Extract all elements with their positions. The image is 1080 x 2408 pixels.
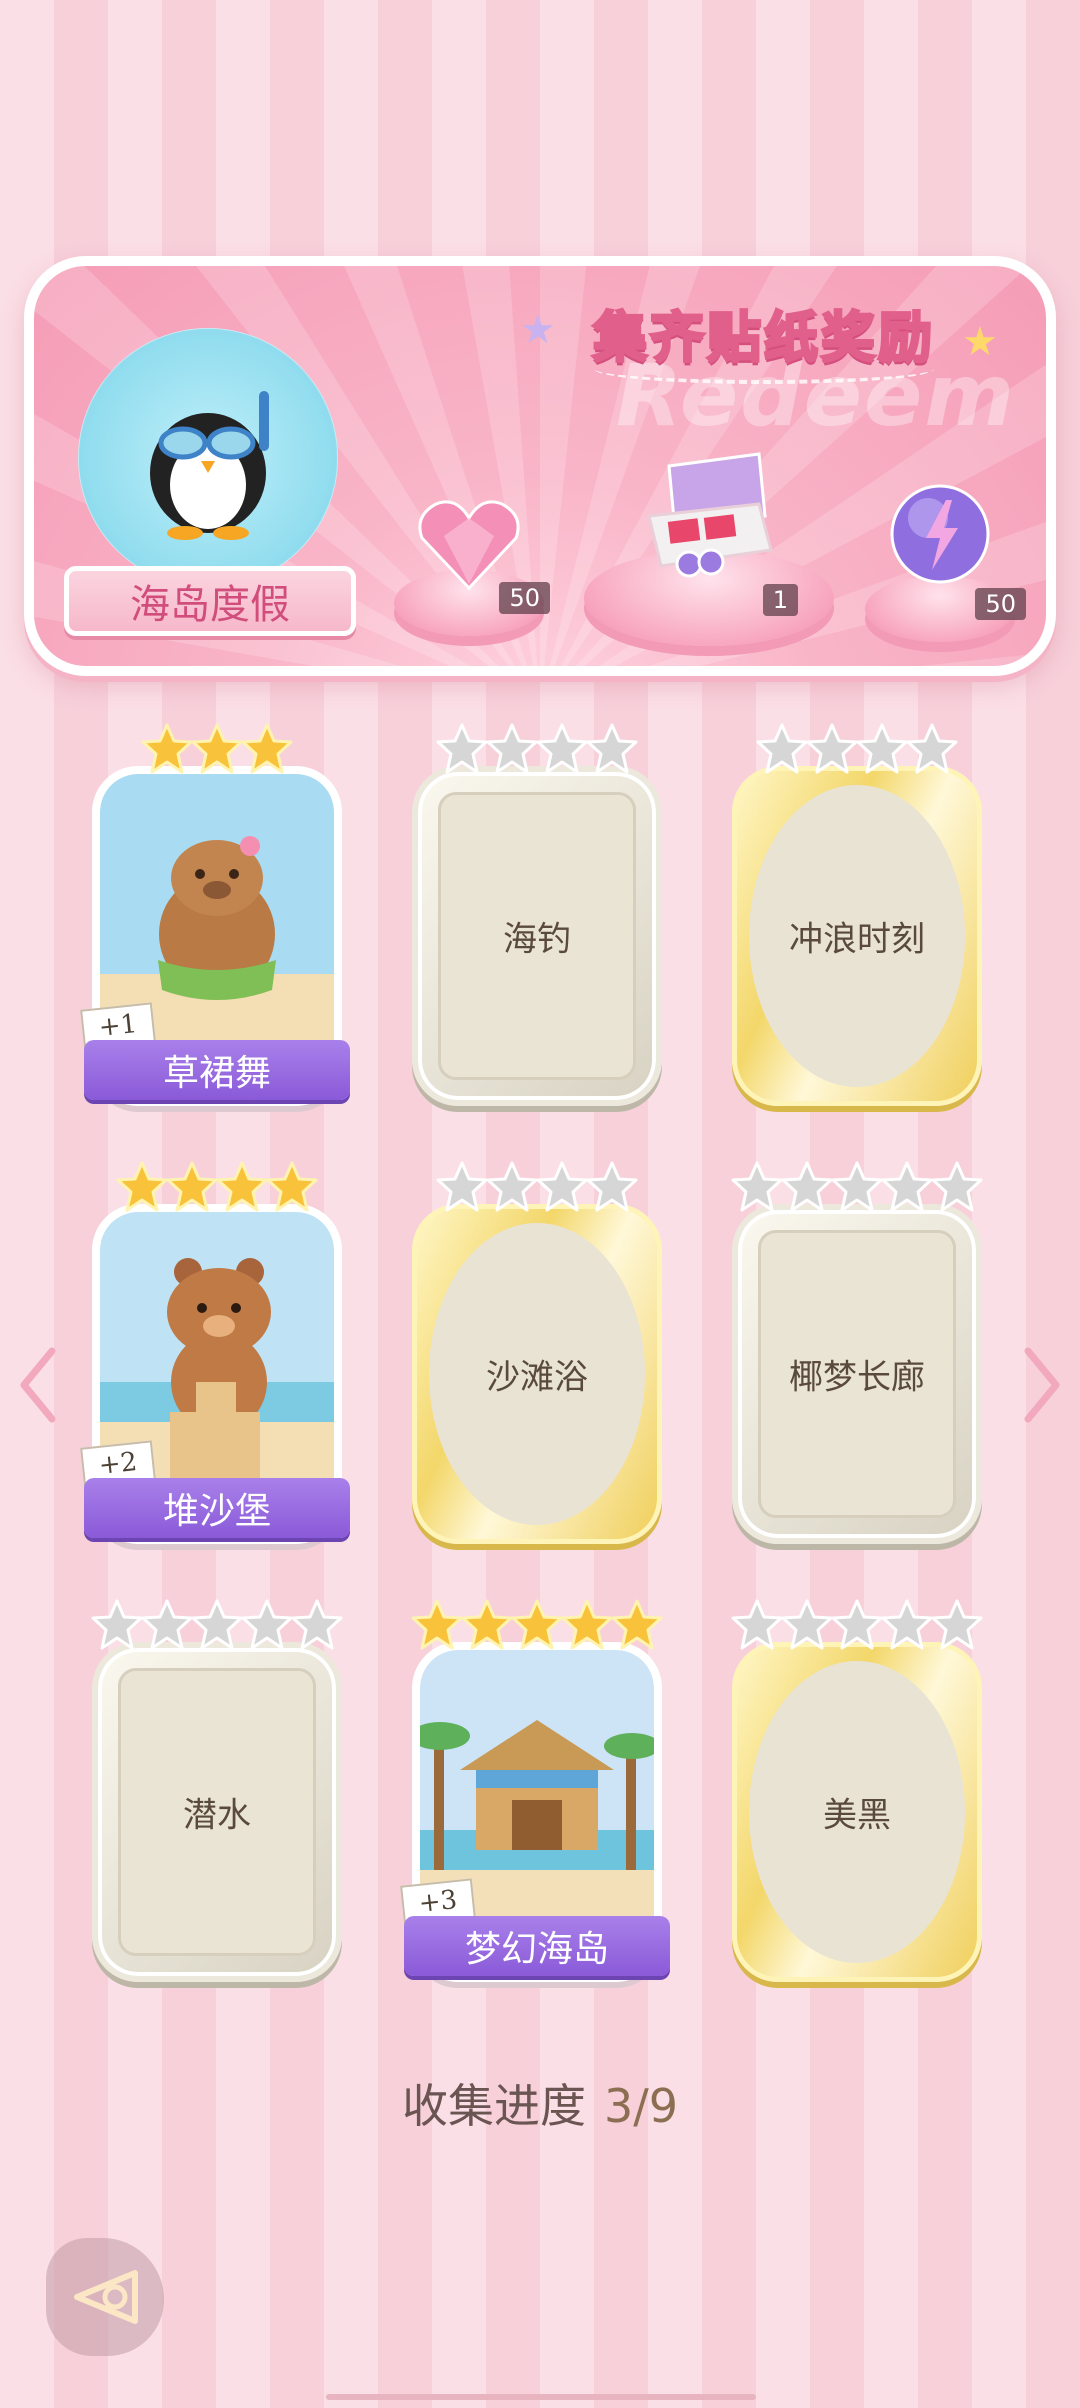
sticker-stars <box>412 722 662 782</box>
star-icon <box>781 1598 833 1658</box>
purple-energy-orb-icon <box>890 484 990 584</box>
star-icon <box>141 722 193 782</box>
star-icon <box>91 1598 143 1658</box>
star-icon <box>191 1598 243 1658</box>
reward-qty: 1 <box>762 584 798 616</box>
star-icon <box>436 1160 488 1220</box>
sticker-name: 冲浪时刻 <box>789 919 925 960</box>
star-icon <box>241 1598 293 1658</box>
sticker-name: 海钓 <box>503 919 571 960</box>
star-icon <box>806 722 858 782</box>
sticker-card[interactable]: +2 堆沙堡 <box>80 1161 350 1544</box>
sticker-name: 椰梦长廊 <box>789 1357 925 1398</box>
banner-title-wrap: 集齐贴纸奖励 <box>554 288 974 384</box>
gift-box-icon <box>647 452 773 578</box>
chevron-left-icon <box>20 1347 56 1423</box>
sticker-card[interactable]: +3 梦幻海岛 <box>400 1599 670 1982</box>
reward-energy-orb[interactable]: 50 <box>860 482 1026 642</box>
star-icon <box>511 1598 563 1658</box>
star-icon <box>731 1598 783 1658</box>
sticker-reward-banner: Redeem ★ ★ 集齐贴纸奖励 海岛度假 50 1 50 <box>24 256 1056 676</box>
star-icon <box>586 722 638 782</box>
star-icon <box>266 1160 318 1220</box>
star-icon <box>486 722 538 782</box>
star-icon <box>756 722 808 782</box>
sticker-name: 沙滩浴 <box>486 1357 588 1398</box>
star-icon <box>781 1160 833 1220</box>
sticker-stars <box>92 1160 342 1220</box>
star-icon <box>586 1160 638 1220</box>
sticker-stars <box>92 722 342 782</box>
star-icon <box>536 722 588 782</box>
star-icon <box>241 722 293 782</box>
progress-label: 收集进度 <box>401 2079 586 2133</box>
star-icon <box>931 1160 983 1220</box>
sticker-card[interactable]: 美黑 <box>731 1599 983 1982</box>
pink-heart-gem-icon <box>418 500 520 591</box>
star-icon <box>436 722 488 782</box>
star-icon <box>216 1160 268 1220</box>
back-button[interactable] <box>46 2238 164 2356</box>
theme-name-ribbon: 海岛度假 <box>64 566 356 636</box>
sticker-name-banner: 梦幻海岛 <box>404 1916 670 1976</box>
sticker-card[interactable]: 海钓 <box>412 723 662 1106</box>
star-icon <box>191 722 243 782</box>
star-icon <box>731 1160 783 1220</box>
star-icon <box>461 1598 513 1658</box>
star-icon <box>116 1160 168 1220</box>
lavender-star-icon: ★ <box>520 307 556 353</box>
star-icon <box>611 1598 663 1658</box>
theme-avatar-badge <box>78 328 338 588</box>
back-arrow-icon <box>74 2270 138 2324</box>
reward-qty: 50 <box>975 588 1026 620</box>
reward-heart-gem[interactable]: 50 <box>394 486 550 636</box>
sticker-name-banner: 堆沙堡 <box>84 1478 350 1538</box>
collection-progress: 收集进度 3/9 <box>0 2070 1080 2136</box>
progress-value: 3/9 <box>603 2079 679 2133</box>
star-icon <box>831 1160 883 1220</box>
reward-qty: 50 <box>499 582 550 614</box>
sticker-stars <box>412 1160 662 1220</box>
sticker-stars <box>91 1598 343 1658</box>
prev-page-button[interactable] <box>10 1340 66 1430</box>
reward-gift-box[interactable]: 1 <box>584 446 834 646</box>
sticker-stars <box>731 1160 983 1220</box>
star-icon <box>856 722 908 782</box>
home-indicator <box>326 2394 756 2400</box>
next-page-button[interactable] <box>1014 1340 1070 1430</box>
chevron-right-icon <box>1024 1347 1060 1423</box>
sticker-name-banner: 草裙舞 <box>84 1040 350 1100</box>
sticker-card[interactable]: 冲浪时刻 <box>732 723 982 1106</box>
star-icon <box>141 1598 193 1658</box>
star-icon <box>536 1160 588 1220</box>
star-icon <box>931 1598 983 1658</box>
star-icon <box>411 1598 463 1658</box>
star-icon <box>881 1160 933 1220</box>
star-icon <box>561 1598 613 1658</box>
sticker-name: 潜水 <box>183 1795 251 1836</box>
sticker-card[interactable]: 椰梦长廊 <box>731 1161 983 1544</box>
sticker-card[interactable]: 潜水 <box>91 1599 343 1982</box>
sticker-card[interactable]: 沙滩浴 <box>412 1161 662 1544</box>
star-icon <box>831 1598 883 1658</box>
sticker-stars <box>732 722 982 782</box>
sticker-card[interactable]: +1 草裙舞 <box>80 723 350 1106</box>
sticker-name: 美黑 <box>823 1795 891 1836</box>
star-icon <box>906 722 958 782</box>
penguin-snorkel-icon <box>150 391 269 540</box>
sticker-stars <box>731 1598 983 1658</box>
star-icon <box>881 1598 933 1658</box>
sticker-stars <box>411 1598 663 1658</box>
star-icon <box>486 1160 538 1220</box>
title-dashed-underline <box>594 354 934 384</box>
star-icon <box>291 1598 343 1658</box>
star-icon <box>166 1160 218 1220</box>
